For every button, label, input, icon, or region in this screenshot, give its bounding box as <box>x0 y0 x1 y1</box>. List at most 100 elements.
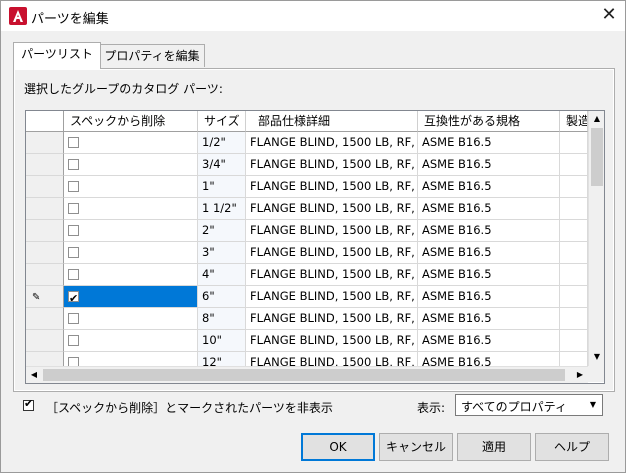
compatible-standard-cell[interactable]: ASME B16.5 <box>418 220 560 242</box>
display-label: 表示: <box>417 401 446 415</box>
chevron-down-icon: ▼ <box>589 400 597 409</box>
compatible-standard-cell[interactable]: ASME B16.5 <box>418 132 560 154</box>
manufacturer-cell[interactable] <box>560 242 588 264</box>
table-row[interactable]: 2" FLANGE BLIND, 1500 LB, RF, ... ASME B16… <box>26 220 588 242</box>
table-row[interactable]: 8" FLANGE BLIND, 1500 LB, RF, ... ASME B16… <box>26 308 588 330</box>
part-description-cell[interactable]: FLANGE BLIND, 1500 LB, RF, ... <box>246 198 418 220</box>
size-cell[interactable]: 1/2" <box>198 132 246 154</box>
size-cell[interactable]: 3" <box>198 242 246 264</box>
table-row[interactable]: 10" FLANGE BLIND, 1500 LB, RF, ... ASME B1… <box>26 330 588 352</box>
part-description-cell[interactable]: FLANGE BLIND, 1500 LB, RF, ... <box>246 176 418 198</box>
close-button[interactable]: ✕ <box>595 3 623 27</box>
compatible-standard-cell[interactable]: ASME B16.5 <box>418 198 560 220</box>
compatible-standard-cell[interactable]: ASME B16.5 <box>418 330 560 352</box>
size-cell[interactable]: 4" <box>198 264 246 286</box>
compatible-standard-cell[interactable]: ASME B16.5 <box>418 308 560 330</box>
manufacturer-cell[interactable] <box>560 198 588 220</box>
table-row[interactable]: 1" FLANGE BLIND, 1500 LB, RF, ... ASME B16… <box>26 176 588 198</box>
size-cell[interactable]: 6" <box>198 286 246 308</box>
ok-button[interactable]: OK <box>301 433 375 461</box>
column-header-manufacturer[interactable]: 製造 <box>560 111 588 132</box>
size-cell[interactable]: 1" <box>198 176 246 198</box>
table-row[interactable]: 3/4" FLANGE BLIND, 1500 LB, RF, ... ASME B… <box>26 154 588 176</box>
delete-from-spec-checkbox[interactable] <box>68 203 79 214</box>
delete-cell[interactable] <box>64 330 198 352</box>
delete-cell[interactable] <box>64 132 198 154</box>
manufacturer-cell[interactable] <box>560 308 588 330</box>
compatible-standard-cell[interactable]: ASME B16.5 <box>418 154 560 176</box>
apply-button[interactable]: 適用 <box>457 433 531 461</box>
help-button[interactable]: ヘルプ <box>535 433 609 461</box>
delete-cell[interactable] <box>64 176 198 198</box>
size-cell[interactable]: 1 1/2" <box>198 198 246 220</box>
table-row[interactable]: 1/2" FLANGE BLIND, 1500 LB, RF, ... ASME B… <box>26 132 588 154</box>
size-cell[interactable]: 8" <box>198 308 246 330</box>
part-description-cell[interactable]: FLANGE BLIND, 1500 LB, RF, ... <box>246 220 418 242</box>
tab-edit-properties[interactable]: プロパティを編集 <box>99 44 205 67</box>
compatible-standard-cell[interactable]: ASME B16.5 <box>418 176 560 198</box>
edit-parts-dialog: パーツを編集 ✕ パーツリスト プロパティを編集 選択したグループのカタログ パ… <box>0 0 626 473</box>
manufacturer-cell[interactable] <box>560 264 588 286</box>
manufacturer-cell[interactable] <box>560 220 588 242</box>
manufacturer-cell[interactable] <box>560 176 588 198</box>
compatible-standard-cell[interactable]: ASME B16.5 <box>418 286 560 308</box>
table-row[interactable]: 3" FLANGE BLIND, 1500 LB, RF, ... ASME B16… <box>26 242 588 264</box>
part-description-cell[interactable]: FLANGE BLIND, 1500 LB, RF, ... <box>246 308 418 330</box>
delete-cell[interactable] <box>64 242 198 264</box>
scroll-up-arrow-icon[interactable]: ▲ <box>589 114 604 123</box>
delete-from-spec-checkbox[interactable] <box>68 288 79 307</box>
manufacturer-cell[interactable] <box>560 286 588 308</box>
table-row[interactable]: 4" FLANGE BLIND, 1500 LB, RF, ... ASME B16… <box>26 264 588 286</box>
tab-parts-list[interactable]: パーツリスト <box>13 42 101 69</box>
vertical-scroll-thumb[interactable] <box>591 128 603 186</box>
scroll-right-arrow-icon[interactable]: ▶ <box>572 370 588 379</box>
column-header-part-description[interactable]: 部品仕様詳細 <box>246 111 418 132</box>
part-description-cell[interactable]: FLANGE BLIND, 1500 LB, RF, ... <box>246 132 418 154</box>
delete-cell[interactable] <box>64 198 198 220</box>
part-description-cell[interactable]: FLANGE BLIND, 1500 LB, RF, ... <box>246 242 418 264</box>
table-row[interactable]: ✎ 6"FLANGE BLIND, 1500 LB, RF, ...ASME B1… <box>26 286 588 308</box>
size-cell[interactable]: 3/4" <box>198 154 246 176</box>
part-description-cell[interactable]: FLANGE BLIND, 1500 LB, RF, ... <box>246 330 418 352</box>
horizontal-scroll-thumb[interactable] <box>43 369 565 381</box>
delete-from-spec-checkbox[interactable] <box>68 181 79 192</box>
delete-cell[interactable] <box>64 154 198 176</box>
delete-cell[interactable] <box>64 286 198 308</box>
vertical-scrollbar[interactable]: ▲ ▼ <box>588 111 604 366</box>
part-description-cell[interactable]: FLANGE BLIND, 1500 LB, RF, ... <box>246 264 418 286</box>
scroll-left-arrow-icon[interactable]: ◀ <box>26 370 42 379</box>
button-label: ヘルプ <box>553 440 590 454</box>
delete-from-spec-checkbox[interactable] <box>68 225 79 236</box>
delete-cell[interactable] <box>64 264 198 286</box>
manufacturer-cell[interactable] <box>560 154 588 176</box>
delete-from-spec-checkbox[interactable] <box>68 247 79 258</box>
delete-cell[interactable] <box>64 308 198 330</box>
cancel-button[interactable]: キャンセル <box>379 433 453 461</box>
size-cell[interactable]: 2" <box>198 220 246 242</box>
delete-from-spec-checkbox[interactable] <box>68 159 79 170</box>
hide-marked-checkbox[interactable] <box>23 397 34 411</box>
part-description-cell[interactable]: FLANGE BLIND, 1500 LB, RF, ... <box>246 286 418 308</box>
header-label: 製造 <box>566 114 588 128</box>
column-header-compatible-standard[interactable]: 互換性がある規格 <box>418 111 560 132</box>
size-cell[interactable]: 10" <box>198 330 246 352</box>
display-select[interactable]: すべてのプロパティ ▼ <box>455 394 603 416</box>
column-header-size[interactable]: サイズ <box>198 111 246 132</box>
delete-cell[interactable] <box>64 220 198 242</box>
compatible-standard-cell[interactable]: ASME B16.5 <box>418 242 560 264</box>
parts-table[interactable]: スペックから削除 サイズ 部品仕様詳細 互換性がある規格 製造 1/2" FLAN… <box>25 110 605 384</box>
delete-from-spec-checkbox[interactable] <box>68 269 79 280</box>
button-label: 適用 <box>481 440 506 454</box>
delete-from-spec-checkbox[interactable] <box>68 313 79 324</box>
table-row[interactable]: 1 1/2" FLANGE BLIND, 1500 LB, RF, ... ASME… <box>26 198 588 220</box>
horizontal-scrollbar[interactable]: ◀ ▶ <box>26 366 588 383</box>
scroll-down-arrow-icon[interactable]: ▼ <box>589 352 604 361</box>
part-description-cell[interactable]: FLANGE BLIND, 1500 LB, RF, ... <box>246 154 418 176</box>
delete-from-spec-checkbox[interactable] <box>68 335 79 346</box>
manufacturer-cell[interactable] <box>560 132 588 154</box>
delete-from-spec-checkbox[interactable] <box>68 137 79 148</box>
column-header-delete[interactable]: スペックから削除 <box>64 111 198 132</box>
compatible-standard-cell[interactable]: ASME B16.5 <box>418 264 560 286</box>
manufacturer-cell[interactable] <box>560 330 588 352</box>
display-select-value: すべてのプロパティ <box>461 400 567 414</box>
